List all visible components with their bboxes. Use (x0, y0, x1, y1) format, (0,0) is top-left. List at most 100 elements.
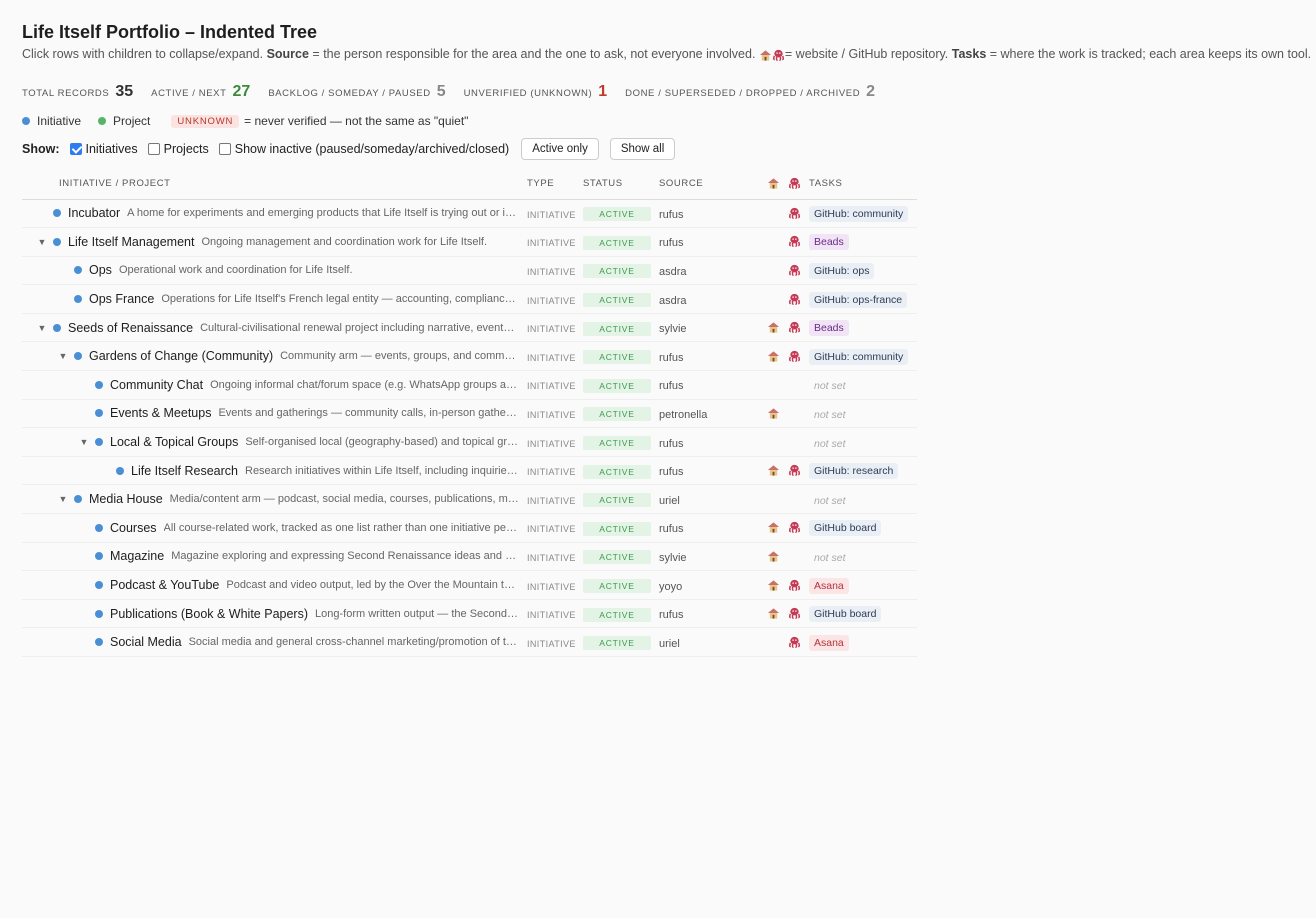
status-badge: ACTIVE (583, 464, 651, 479)
tasks-link[interactable]: Asana (809, 634, 849, 651)
octopus-icon[interactable] (788, 579, 801, 591)
tree-node: Podcast & YouTube Podcast and video outpu… (26, 578, 519, 592)
cell-tasks: not set (805, 427, 917, 457)
house-icon[interactable] (767, 464, 780, 476)
cell-source: rufus (655, 456, 763, 486)
cell-status: ACTIVE (579, 627, 655, 657)
house-icon[interactable] (767, 550, 780, 562)
initiative-dot-icon (95, 552, 103, 561)
table-row[interactable]: ▼ Life Itself Management Ongoing managemen… (22, 227, 917, 257)
table-row[interactable]: ▼ Media House Media/content arm — podcast,… (22, 484, 917, 515)
caret-down-icon[interactable]: ▼ (36, 237, 48, 247)
initiative-dot-icon (95, 523, 103, 532)
tasks-link[interactable]: GitHub: community (809, 348, 909, 365)
row-description: Media/content arm — podcast, social medi… (169, 493, 519, 506)
status-badge: ACTIVE (583, 636, 651, 651)
octopus-icon[interactable] (788, 350, 801, 362)
tree-node: Publications (Book & White Papers) Long-f… (26, 607, 519, 621)
octopus-icon[interactable] (788, 464, 801, 477)
row-description: Operations for Life Itself's French lega… (161, 293, 519, 306)
table-row[interactable]: ▼ Local & Topical Groups Self-organised lo… (22, 427, 917, 457)
tasks-not-set: not set (814, 494, 846, 507)
octopus-icon[interactable] (788, 521, 801, 534)
house-icon[interactable] (767, 407, 780, 419)
tasks-link[interactable]: GitHub board (809, 520, 882, 537)
show-inactive-checkbox[interactable]: Show inactive (paused/someday/archived/c… (218, 142, 509, 156)
table-row: Podcast & YouTube Podcast and video outpu… (22, 570, 917, 600)
octopus-icon[interactable] (788, 607, 801, 620)
table-row: Ops France Operations for Life Itself's F… (22, 284, 917, 314)
caret-down-icon[interactable]: ▼ (78, 437, 90, 447)
initiative-dot-icon (74, 266, 82, 275)
stat-value: 2 (866, 83, 876, 100)
col-header-status[interactable]: STATUS (579, 169, 655, 200)
cell-type: INITIATIVE (523, 227, 579, 257)
house-icon[interactable] (767, 579, 780, 591)
stat-label: TOTAL RECORDS (22, 88, 110, 99)
octopus-icon[interactable] (788, 636, 801, 648)
house-icon[interactable] (767, 321, 780, 333)
unknown-badge: UNKNOWN (171, 114, 240, 128)
legend-label: Project (113, 114, 151, 128)
checkbox-checked[interactable] (69, 143, 82, 155)
cell-tasks: Asana (805, 570, 917, 600)
cell-website (763, 284, 784, 314)
show-all-button[interactable]: Show all (609, 138, 676, 160)
cell-status: ACTIVE (579, 599, 655, 629)
house-icon[interactable] (767, 521, 780, 533)
tasks-link[interactable]: Asana (809, 577, 849, 594)
octopus-icon[interactable] (788, 207, 801, 219)
col-header-name[interactable]: INITIATIVE / PROJECT (22, 169, 523, 200)
tasks-link[interactable]: GitHub: community (809, 205, 909, 222)
tasks-link[interactable]: Beads (809, 320, 849, 337)
projects-checkbox[interactable]: Projects (147, 142, 209, 156)
checkbox-unchecked[interactable] (147, 143, 160, 155)
table-header: INITIATIVE / PROJECT TYPE STATUS SOURCE … (22, 169, 917, 200)
status-badge: ACTIVE (583, 350, 651, 365)
table-row: Publications (Book & White Papers) Long-f… (22, 599, 917, 629)
cell-repo (784, 341, 805, 372)
cell-website (763, 399, 784, 429)
cell-status: ACTIVE (579, 227, 655, 257)
col-header-type[interactable]: TYPE (523, 169, 579, 200)
initiatives-checkbox[interactable]: Initiatives (69, 142, 138, 156)
table-row[interactable]: ▼ Seeds of Renaissance Cultural-civilisati… (22, 313, 917, 343)
octopus-icon[interactable] (788, 264, 801, 276)
tree-node: ▼ Media House Media/content arm — podcast,… (26, 492, 519, 506)
table-row[interactable]: ▼ Gardens of Change (Community) Community … (22, 341, 917, 372)
legend: Initiative Project UNKNOWN = never verif… (22, 114, 1294, 128)
octopus-icon[interactable] (788, 293, 801, 305)
caret-down-icon[interactable]: ▼ (36, 323, 48, 333)
status-badge: ACTIVE (583, 207, 651, 222)
subtitle-text: Click rows with children to collapse/exp… (22, 47, 267, 61)
tasks-link[interactable]: GitHub: research (809, 463, 899, 480)
checkbox-unchecked[interactable] (218, 143, 231, 155)
caret-down-icon[interactable]: ▼ (57, 494, 69, 504)
status-badge: ACTIVE (583, 607, 651, 622)
col-header-tasks[interactable]: TASKS (805, 169, 917, 200)
col-header-source[interactable]: SOURCE (655, 169, 763, 200)
tasks-link[interactable]: Beads (809, 234, 849, 251)
octopus-icon[interactable] (788, 235, 801, 248)
cell-type: INITIATIVE (523, 484, 579, 515)
stat-label: UNVERIFIED (UNKNOWN) (463, 88, 593, 99)
row-description: Cultural-civilisational renewal project … (200, 321, 519, 334)
tasks-link[interactable]: GitHub board (809, 606, 882, 623)
caret-down-icon[interactable]: ▼ (57, 351, 69, 361)
house-icon[interactable] (767, 607, 780, 619)
active-only-button[interactable]: Active only (521, 138, 599, 160)
tasks-link[interactable]: GitHub: ops-france (809, 291, 908, 308)
cell-tasks: GitHub board (805, 513, 917, 543)
tasks-link[interactable]: GitHub: ops (809, 262, 875, 279)
status-badge: ACTIVE (583, 493, 651, 508)
house-icon[interactable] (767, 350, 780, 362)
cell-type: INITIATIVE (523, 341, 579, 372)
row-type: INITIATIVE (527, 438, 576, 449)
stats-bar: TOTAL RECORDS 35 ACTIVE / NEXT 27 BACKLOG … (22, 83, 1294, 101)
status-badge: ACTIVE (583, 436, 651, 451)
status-badge: ACTIVE (583, 321, 651, 336)
octopus-icon[interactable] (788, 321, 801, 334)
stat-unverified: UNVERIFIED (UNKNOWN) 1 (464, 83, 608, 101)
filter-bar: Show: Initiatives Projects Show inactive… (22, 138, 1294, 160)
cell-source: rufus (655, 427, 763, 457)
